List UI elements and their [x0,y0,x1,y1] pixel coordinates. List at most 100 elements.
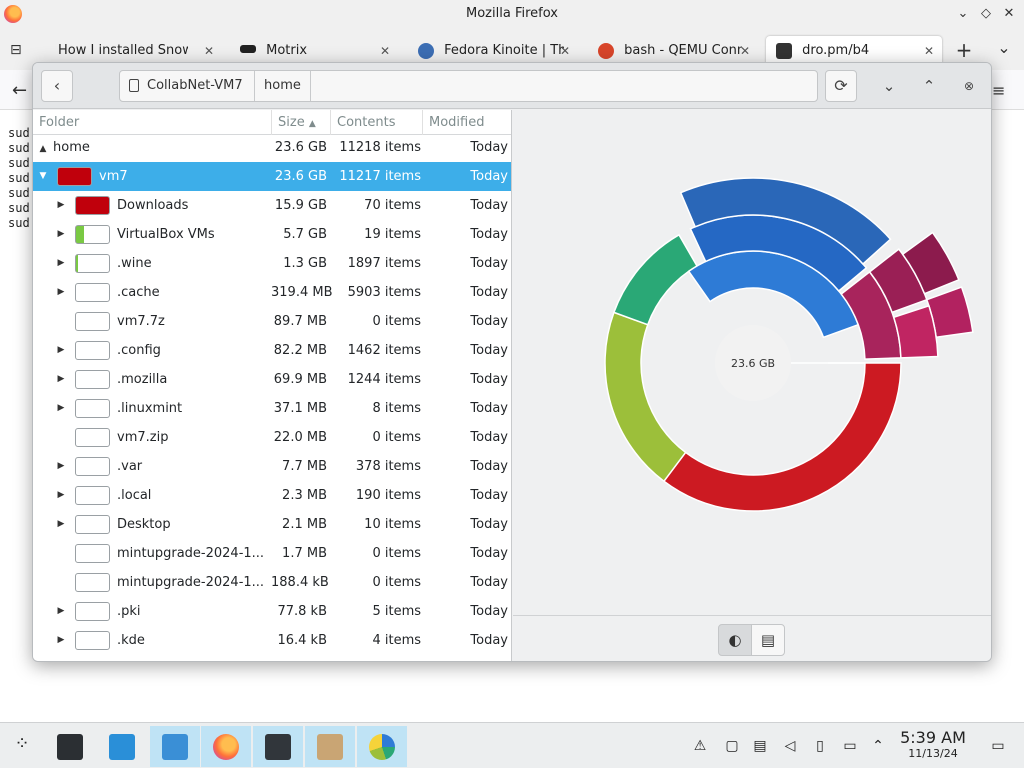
folder-name: Downloads [117,198,189,213]
expand-arrow-icon[interactable]: ▶ [55,344,67,356]
folder-modified: Today [470,488,508,503]
battery-icon[interactable]: ▯ [810,736,830,756]
expand-arrow-icon[interactable]: ▶ [55,257,67,269]
maximize-icon[interactable]: ◇ [977,5,995,23]
expand-arrow-icon[interactable]: ▶ [55,373,67,385]
column-contents[interactable]: Contents [331,110,423,135]
folder-size: 69.9 MB [273,372,327,387]
folder-name: .wine [117,256,152,271]
segment-linuxmint[interactable] [892,304,939,359]
segment-virtualbox[interactable] [604,311,687,483]
folder-contents: 8 items [372,401,421,416]
column-size[interactable]: Size ▲ [272,110,331,135]
expand-arrow-icon[interactable]: ▶ [55,402,67,414]
parent-arrow-icon[interactable]: ▲ [37,143,49,155]
radial-view-button[interactable]: ◐ [718,624,752,656]
tray-expand-icon[interactable]: ⌃ [868,736,888,756]
folder-contents: 5 items [372,604,421,619]
volume-muted-icon[interactable]: ◁ [780,736,800,756]
folder-tree: Folder Size ▲ Contents Modified ▲ home 23.… [33,110,512,661]
tree-header: Folder Size ▲ Contents Modified [33,110,511,135]
table-row[interactable]: mintupgrade-2024-1... 1.7 MB 0 items Today [33,539,511,568]
folder-modified: Today [470,401,508,416]
taskbar-dolphin[interactable] [150,726,200,767]
table-row[interactable]: ▶ .mozilla 69.9 MB 1244 items Today [33,365,511,394]
folder-name: vm7 [99,169,128,184]
taskbar-discover[interactable] [97,726,147,767]
folder-size: 5.7 GB [283,227,327,242]
folder-contents: 19 items [364,227,421,242]
firefox-view-icon[interactable]: ⊟ [10,42,28,58]
expand-arrow-icon[interactable]: ▶ [55,460,67,472]
table-row[interactable]: ▶ .kde 16.4 kB 4 items Today [33,626,511,655]
folder-size: 7.7 MB [282,459,327,474]
taskbar-firefox[interactable] [201,726,251,767]
table-row[interactable]: vm7.7z 89.7 MB 0 items Today [33,307,511,336]
menu-icon[interactable]: ≡ [992,80,1014,102]
breadcrumb-device[interactable]: CollabNet-VM7 [120,71,255,101]
expand-arrow-icon[interactable]: ▶ [55,634,67,646]
folder-contents: 1244 items [347,372,421,387]
show-desktop-icon[interactable]: ▭ [988,736,1008,756]
usage-bar [57,167,92,186]
rescan-button[interactable]: ⟳ [825,70,857,102]
folder-modified: Today [470,372,508,387]
table-row[interactable]: mintupgrade-2024-1... 188.4 kB 0 items Toda… [33,568,511,597]
expand-arrow-icon[interactable]: ▶ [55,489,67,501]
table-row[interactable]: vm7.zip 22.0 MB 0 items Today [33,423,511,452]
collapse-arrow-icon[interactable]: ▼ [37,170,49,182]
clipboard-icon[interactable]: ▢ [722,736,742,756]
clipboard-list-icon[interactable]: ▤ [750,736,770,756]
folder-modified: Today [470,169,508,184]
column-folder[interactable]: Folder [33,110,272,135]
display-icon[interactable]: ▭ [840,736,860,756]
expand-arrow-icon[interactable]: ▶ [55,199,67,211]
taskbar-ark[interactable] [305,726,355,767]
table-row[interactable]: ▶ .local 2.3 MB 190 items Today [33,481,511,510]
column-modified[interactable]: Modified [423,110,511,135]
usage-bar [75,399,110,418]
tree-view-button[interactable]: ▤ [751,624,785,656]
table-row[interactable]: ▶ Downloads 15.9 GB 70 items Today [33,191,511,220]
notifications-icon[interactable]: ⚠ [690,736,710,756]
table-row[interactable]: ▼ vm7 23.6 GB 11217 items Today [33,162,511,191]
back-arrow-icon[interactable]: ← [12,80,34,102]
chevron-down-icon[interactable]: ⌄ [879,76,899,96]
usage-bar [75,515,110,534]
table-row[interactable]: ▶ Desktop 2.1 MB 10 items Today [33,510,511,539]
breadcrumb-home[interactable]: home [255,71,311,101]
table-row[interactable]: ▶ .pki 77.8 kB 5 items Today [33,597,511,626]
table-row[interactable]: ▶ .linuxmint 37.1 MB 8 items Today [33,394,511,423]
sort-ascending-icon: ▲ [308,119,316,129]
new-tab-button[interactable]: + [954,40,974,60]
column-size-label: Size [278,115,305,130]
expand-arrow-icon[interactable]: ▶ [55,228,67,240]
list-tabs-button[interactable]: ⌄ [994,38,1014,58]
table-row[interactable]: ▶ .config 82.2 MB 1462 items Today [33,336,511,365]
table-row[interactable]: ▶ .var 7.7 MB 378 items Today [33,452,511,481]
table-row[interactable]: ▶ .cache 319.4 MB 5903 items Today [33,278,511,307]
table-row[interactable]: ▶ VirtualBox VMs 5.7 GB 19 items Today [33,220,511,249]
segment-wine[interactable] [612,233,699,326]
clock[interactable]: 5:39 AM 11/13/24 [893,729,973,761]
taskbar-konsole[interactable] [253,726,303,767]
chevron-up-icon[interactable]: ⌃ [919,76,939,96]
taskbar-system-settings[interactable] [45,726,95,767]
close-icon[interactable]: ⊗ [959,76,979,96]
table-row[interactable]: ▲ home 23.6 GB 11218 items Today [33,135,511,161]
folder-contents: 1897 items [347,256,421,271]
minimize-icon[interactable]: ⌄ [954,5,972,23]
folder-modified: Today [470,575,508,590]
close-window-icon[interactable]: ✕ [1000,5,1018,23]
expand-arrow-icon[interactable]: ▶ [55,286,67,298]
breadcrumb: CollabNet-VM7 home [119,70,818,102]
expand-arrow-icon[interactable]: ▶ [55,518,67,530]
application-launcher-icon[interactable]: ⁘ [10,734,34,754]
taskbar-filelight[interactable] [357,726,407,767]
folder-contents: 11217 items [339,169,421,184]
table-row[interactable]: ▶ .wine 1.3 GB 1897 items Today [33,249,511,278]
expand-arrow-icon[interactable]: ▶ [55,605,67,617]
folder-contents: 0 items [372,546,421,561]
radial-map[interactable]: 23.6 GB [513,110,992,615]
back-button[interactable]: ‹ [41,70,73,102]
